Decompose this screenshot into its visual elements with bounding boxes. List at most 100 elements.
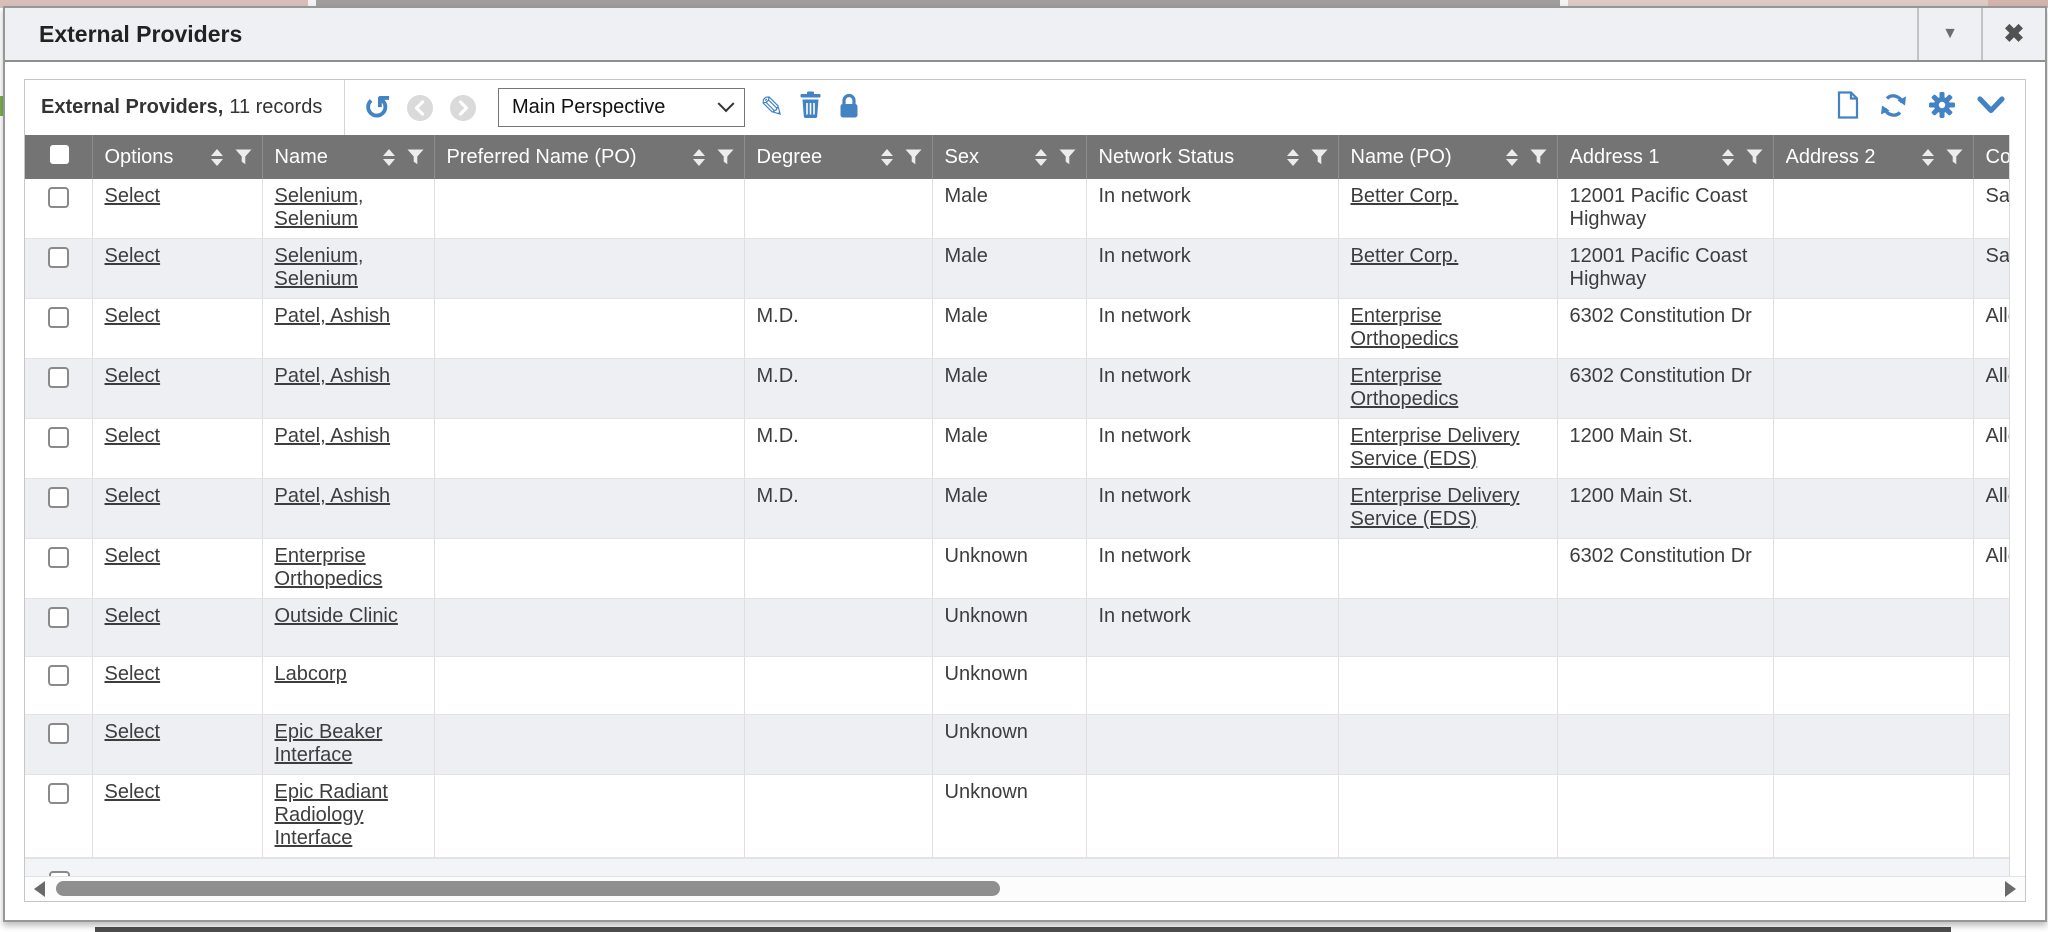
cell-name: Enterprise Orthopedics: [262, 539, 434, 599]
provider-link[interactable]: Epic Beaker Interface: [275, 721, 383, 766]
column-header-network-status[interactable]: Network Status: [1086, 135, 1338, 179]
provider-link[interactable]: Enterprise Delivery Service (EDS): [1351, 425, 1520, 470]
provider-link[interactable]: Better Corp.: [1351, 185, 1459, 207]
provider-link[interactable]: Enterprise Delivery Service (EDS): [1351, 485, 1520, 530]
sort-icon[interactable]: [693, 149, 705, 166]
filter-funnel-icon[interactable]: [1059, 149, 1076, 165]
row-checkbox[interactable]: [48, 427, 69, 448]
provider-link[interactable]: Outside Clinic: [275, 605, 398, 627]
provider-link[interactable]: Patel, Ashish: [275, 425, 391, 447]
record-summary-count: 11 records: [229, 96, 322, 119]
sort-icon[interactable]: [211, 149, 223, 166]
cell-address1: 6302 Constitution Dr: [1557, 299, 1773, 359]
row-checkbox[interactable]: [48, 665, 69, 686]
dialog-menu-button[interactable]: ▼: [1917, 8, 1981, 60]
row-checkbox[interactable]: [48, 607, 69, 628]
sort-icon[interactable]: [881, 149, 893, 166]
provider-link[interactable]: Patel, Ashish: [275, 305, 391, 327]
table-row: SelectPatel, AshishM.D.MaleIn networkEnt…: [25, 479, 2009, 539]
column-header-address-2[interactable]: Address 2: [1773, 135, 1973, 179]
cell-network_status: In network: [1086, 479, 1338, 539]
select-link[interactable]: Select: [105, 605, 161, 627]
sort-icon[interactable]: [1506, 149, 1518, 166]
filter-funnel-icon[interactable]: [407, 149, 424, 165]
table-row: SelectEpic Radiant Radiology InterfaceUn…: [25, 775, 2009, 858]
filter-funnel-icon[interactable]: [235, 149, 252, 165]
collapse-chevron-icon[interactable]: [1977, 95, 2005, 120]
row-checkbox[interactable]: [48, 247, 69, 268]
column-header-degree[interactable]: Degree: [744, 135, 932, 179]
sort-icon[interactable]: [1722, 149, 1734, 166]
row-checkbox[interactable]: [48, 547, 69, 568]
dialog-close-button[interactable]: ✖: [1981, 8, 2045, 60]
gear-icon[interactable]: [1928, 91, 1956, 124]
column-header-preferred-name-po-[interactable]: Preferred Name (PO): [434, 135, 744, 179]
filter-funnel-icon[interactable]: [1746, 149, 1763, 165]
previous-button[interactable]: [406, 94, 434, 122]
filter-funnel-icon[interactable]: [717, 149, 734, 165]
cell-address2: [1773, 775, 1973, 858]
provider-link[interactable]: Labcorp: [275, 663, 347, 685]
column-header-county[interactable]: County: [1973, 135, 2009, 179]
cell-address1: [1557, 775, 1773, 858]
next-button[interactable]: [449, 94, 477, 122]
column-header-name-po-[interactable]: Name (PO): [1338, 135, 1557, 179]
filter-funnel-icon[interactable]: [1311, 149, 1328, 165]
provider-link[interactable]: Enterprise Orthopedics: [1351, 365, 1459, 410]
row-checkbox[interactable]: [48, 367, 69, 388]
refresh-icon[interactable]: [1880, 92, 1907, 124]
column-header-name[interactable]: Name: [262, 135, 434, 179]
provider-link[interactable]: Enterprise Orthopedics: [1351, 305, 1459, 350]
row-checkbox[interactable]: [48, 307, 69, 328]
perspective-value: Main Perspective: [512, 96, 665, 119]
cell-county: Santa: [1973, 179, 2009, 239]
new-document-icon[interactable]: [1837, 91, 1859, 124]
cell-sex: Male: [932, 419, 1086, 479]
select-link[interactable]: Select: [105, 721, 161, 743]
provider-link[interactable]: Selenium, Selenium: [275, 185, 364, 230]
cell-degree: [744, 539, 932, 599]
select-link[interactable]: Select: [105, 663, 161, 685]
cell-degree: M.D.: [744, 419, 932, 479]
sort-icon[interactable]: [383, 149, 395, 166]
column-header-options[interactable]: Options: [92, 135, 262, 179]
provider-link[interactable]: Epic Radiant Radiology Interface: [275, 781, 388, 849]
perspective-select[interactable]: Main Perspective: [498, 88, 745, 127]
filter-funnel-icon[interactable]: [1530, 149, 1547, 165]
row-checkbox[interactable]: [48, 723, 69, 744]
edit-pencil-icon[interactable]: ✎: [760, 94, 784, 122]
cell-degree: [744, 657, 932, 715]
sort-icon[interactable]: [1922, 149, 1934, 166]
row-checkbox[interactable]: [48, 783, 69, 804]
select-link[interactable]: Select: [105, 245, 161, 267]
select-all-checkbox[interactable]: [50, 145, 69, 164]
select-link[interactable]: Select: [105, 305, 161, 327]
provider-link[interactable]: Patel, Ashish: [275, 485, 391, 507]
select-link[interactable]: Select: [105, 781, 161, 803]
select-link[interactable]: Select: [105, 425, 161, 447]
row-checkbox[interactable]: [48, 187, 69, 208]
scroll-right-arrow-icon[interactable]: [2005, 881, 2016, 897]
lock-icon[interactable]: [837, 92, 861, 124]
select-link[interactable]: Select: [105, 485, 161, 507]
select-link[interactable]: Select: [105, 365, 161, 387]
horizontal-scrollbar[interactable]: [25, 876, 2025, 901]
scrollbar-thumb[interactable]: [56, 881, 1000, 896]
filter-funnel-icon[interactable]: [1946, 149, 1963, 165]
scroll-left-arrow-icon[interactable]: [34, 881, 45, 897]
provider-link[interactable]: Better Corp.: [1351, 245, 1459, 267]
provider-link[interactable]: Enterprise Orthopedics: [275, 545, 383, 590]
column-header-address-1[interactable]: Address 1: [1557, 135, 1773, 179]
undo-icon[interactable]: ↺: [363, 94, 391, 122]
delete-trash-icon[interactable]: [799, 91, 822, 124]
column-header-sex[interactable]: Sex: [932, 135, 1086, 179]
select-link[interactable]: Select: [105, 185, 161, 207]
provider-link[interactable]: Selenium, Selenium: [275, 245, 364, 290]
filter-funnel-icon[interactable]: [905, 149, 922, 165]
provider-link[interactable]: Patel, Ashish: [275, 365, 391, 387]
sort-icon[interactable]: [1035, 149, 1047, 166]
row-checkbox[interactable]: [48, 487, 69, 508]
select-link[interactable]: Select: [105, 545, 161, 567]
sort-icon[interactable]: [1287, 149, 1299, 166]
cell-sex: Unknown: [932, 539, 1086, 599]
